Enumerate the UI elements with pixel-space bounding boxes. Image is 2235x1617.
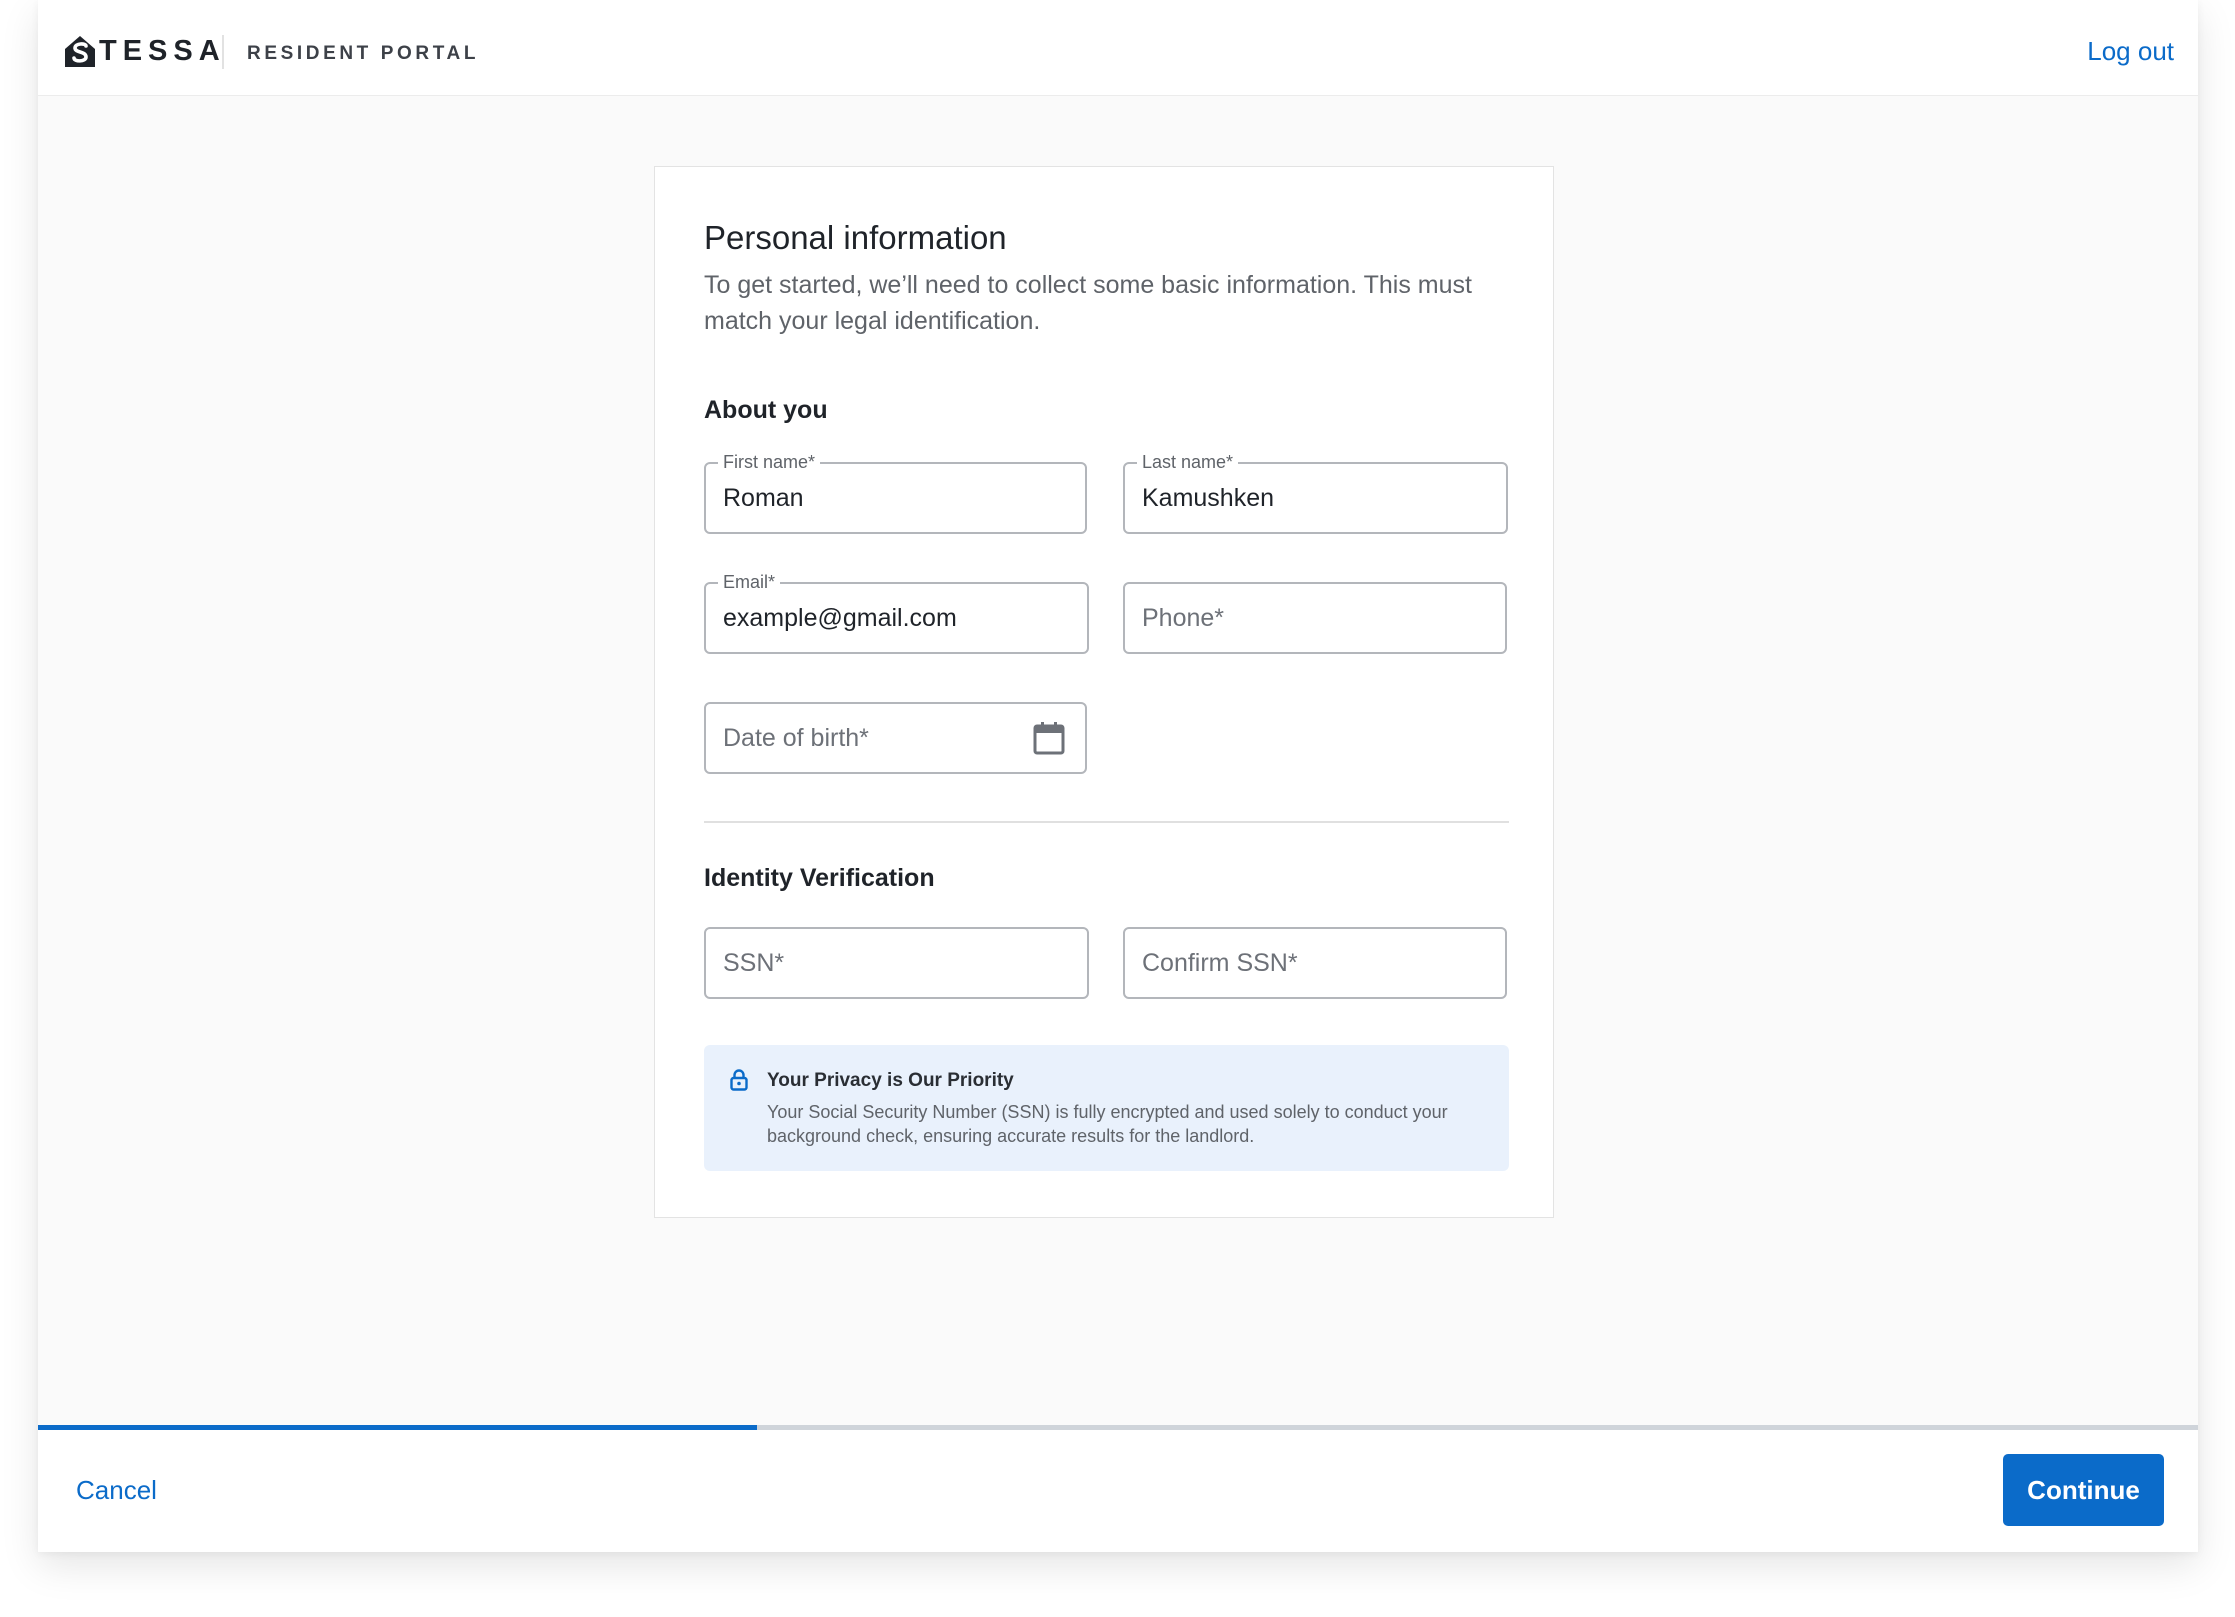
email-label: Email* [718, 571, 781, 593]
house-logo-icon [65, 36, 95, 67]
lock-icon [730, 1069, 748, 1091]
confirm-ssn-field[interactable]: Confirm SSN* [1123, 927, 1507, 999]
calendar-icon[interactable] [1033, 721, 1065, 755]
personal-info-card: Personal information To get started, we’… [654, 166, 1554, 1218]
first-name-field[interactable]: First name* Roman [704, 451, 1087, 534]
ssn-placeholder: SSN* [723, 949, 785, 977]
last-name-field[interactable]: Last name* Kamushken [1123, 451, 1508, 534]
app-window: TESSA RESIDENT PORTAL Log out Personal i… [38, 0, 2198, 1552]
last-name-value: Kamushken [1142, 484, 1275, 512]
logout-link[interactable]: Log out [2087, 36, 2174, 67]
first-name-value: Roman [723, 484, 804, 512]
section-title-identity: Identity Verification [704, 864, 935, 892]
date-of-birth-field[interactable]: Date of birth* [704, 702, 1087, 774]
brand-name: TESSA [99, 34, 226, 67]
phone-field[interactable]: Phone* [1123, 582, 1507, 654]
footer-bar: Cancel Continue [38, 1430, 2198, 1552]
cancel-button[interactable]: Cancel [76, 1475, 157, 1506]
privacy-notice-title: Your Privacy is Our Priority [767, 1070, 1014, 1091]
email-field[interactable]: Email* example@gmail.com [704, 571, 1089, 654]
ssn-field[interactable]: SSN* [704, 927, 1089, 999]
header-divider [222, 35, 224, 69]
email-value: example@gmail.com [723, 604, 957, 632]
privacy-notice: Your Privacy is Our Priority Your Social… [704, 1045, 1509, 1171]
section-title-about: About you [704, 396, 828, 424]
last-name-label: Last name* [1137, 451, 1239, 473]
first-name-label: First name* [718, 451, 821, 473]
page-description: To get started, we’ll need to collect so… [704, 271, 1472, 335]
top-header: TESSA RESIDENT PORTAL Log out [38, 0, 2198, 96]
page-title: Personal information [704, 219, 1007, 256]
confirm-ssn-placeholder: Confirm SSN* [1142, 949, 1298, 977]
date-of-birth-placeholder: Date of birth* [723, 724, 869, 752]
phone-placeholder: Phone* [1142, 604, 1225, 632]
continue-button[interactable]: Continue [2003, 1454, 2164, 1526]
portal-label: RESIDENT PORTAL [247, 43, 480, 64]
tessa-logo[interactable]: TESSA [63, 34, 226, 68]
privacy-notice-body: Your Social Security Number (SSN) is ful… [767, 1102, 1448, 1146]
section-divider [704, 821, 1509, 823]
